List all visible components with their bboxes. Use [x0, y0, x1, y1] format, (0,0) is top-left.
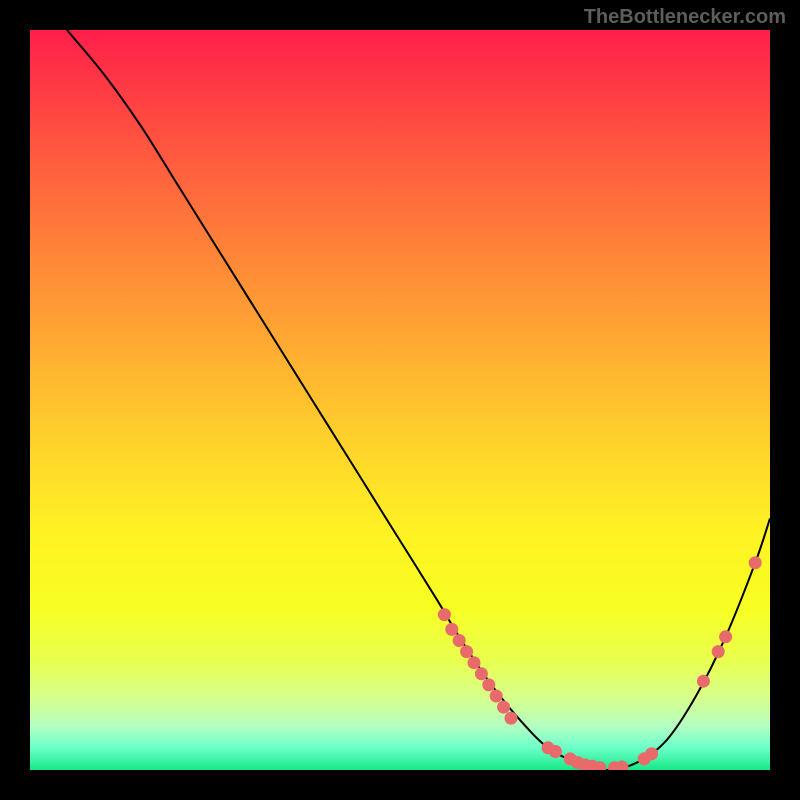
data-marker	[697, 675, 710, 688]
data-marker	[712, 645, 725, 658]
data-marker	[482, 678, 495, 691]
bottleneck-curve	[67, 30, 770, 770]
plot-area	[30, 30, 770, 770]
data-marker	[645, 747, 658, 760]
chart-svg	[30, 30, 770, 770]
data-marker	[749, 556, 762, 569]
data-marker	[490, 690, 503, 703]
data-marker	[505, 712, 518, 725]
data-marker	[460, 645, 473, 658]
attribution-text: TheBottlenecker.com	[584, 6, 786, 29]
data-marker	[453, 634, 466, 647]
data-marker	[445, 623, 458, 636]
data-marker	[468, 656, 481, 669]
data-marker	[438, 608, 451, 621]
data-marker	[549, 745, 562, 758]
data-marker	[719, 630, 732, 643]
data-marker	[475, 667, 488, 680]
data-marker	[497, 701, 510, 714]
